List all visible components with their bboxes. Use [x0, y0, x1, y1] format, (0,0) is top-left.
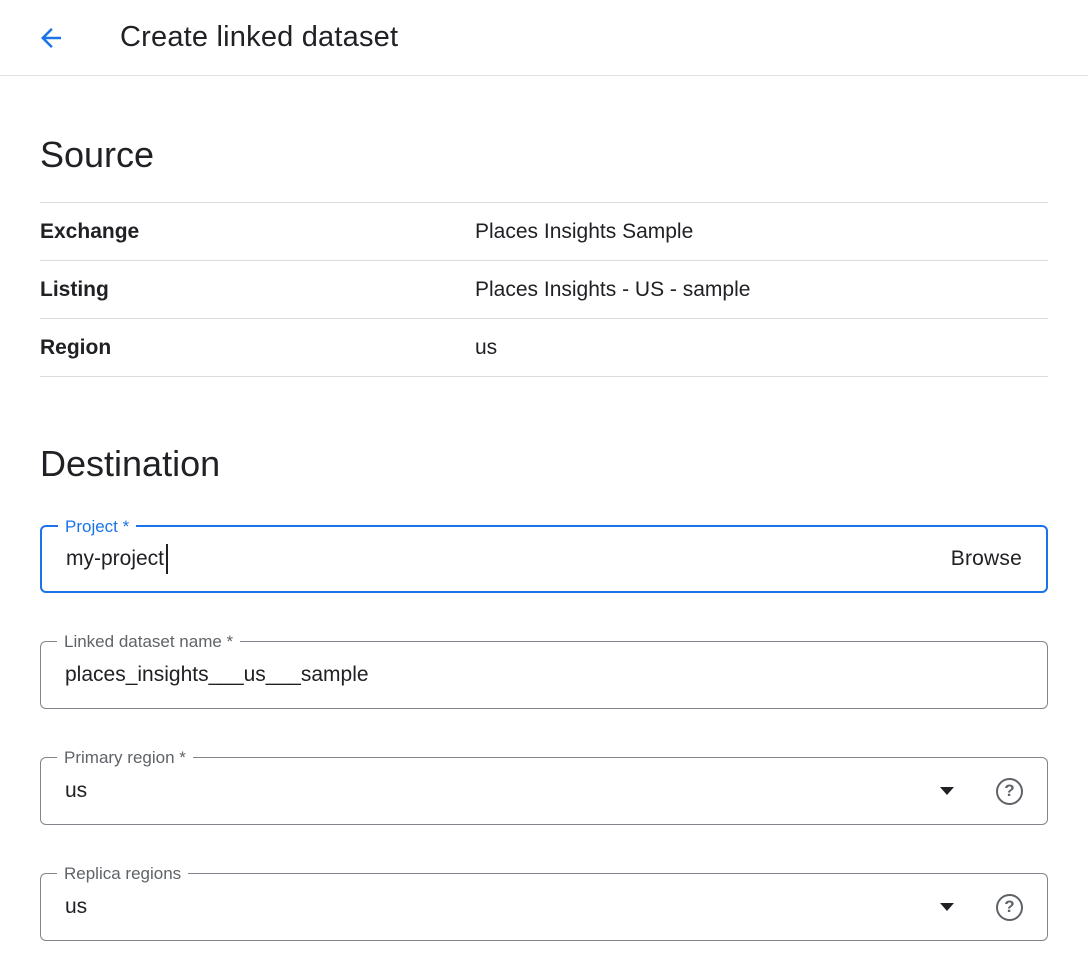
project-field-label: Project *: [58, 517, 136, 537]
replica-regions-value: us: [65, 895, 87, 919]
primary-region-select[interactable]: Primary region * us ?: [40, 757, 1048, 825]
caret-down-icon[interactable]: [940, 903, 954, 911]
header: Create linked dataset: [0, 0, 1088, 76]
primary-region-value: us: [65, 779, 87, 803]
row-label: Exchange: [40, 220, 475, 244]
project-field[interactable]: Project * my-project Browse: [40, 525, 1048, 593]
project-input-value: my-project: [66, 547, 164, 571]
help-icon[interactable]: ?: [996, 778, 1023, 805]
table-row-listing: Listing Places Insights - US - sample: [40, 261, 1048, 319]
arrow-back-icon: [36, 23, 66, 53]
help-icon[interactable]: ?: [996, 894, 1023, 921]
browse-button[interactable]: Browse: [951, 547, 1022, 571]
text-cursor: [166, 544, 168, 574]
table-row-region: Region us: [40, 319, 1048, 377]
page-title: Create linked dataset: [120, 21, 398, 54]
source-heading: Source: [40, 132, 1048, 178]
table-row-exchange: Exchange Places Insights Sample: [40, 203, 1048, 261]
replica-regions-select[interactable]: Replica regions us ?: [40, 873, 1048, 941]
destination-heading: Destination: [40, 441, 1048, 487]
row-value: Places Insights - US - sample: [475, 278, 750, 302]
source-table: Exchange Places Insights Sample Listing …: [40, 202, 1048, 377]
primary-region-label: Primary region *: [57, 748, 193, 768]
linked-dataset-name-value: places_insights___us___sample: [65, 663, 369, 687]
row-label: Region: [40, 336, 475, 360]
linked-dataset-name-label: Linked dataset name *: [57, 632, 240, 652]
replica-regions-label: Replica regions: [57, 864, 188, 884]
destination-form: Project * my-project Browse Linked datas…: [40, 525, 1048, 941]
row-label: Listing: [40, 278, 475, 302]
main-content: Source Exchange Places Insights Sample L…: [0, 132, 1088, 941]
row-value: us: [475, 336, 497, 360]
linked-dataset-name-field[interactable]: Linked dataset name * places_insights___…: [40, 641, 1048, 709]
row-value: Places Insights Sample: [475, 220, 693, 244]
back-button[interactable]: [34, 21, 68, 55]
caret-down-icon[interactable]: [940, 787, 954, 795]
